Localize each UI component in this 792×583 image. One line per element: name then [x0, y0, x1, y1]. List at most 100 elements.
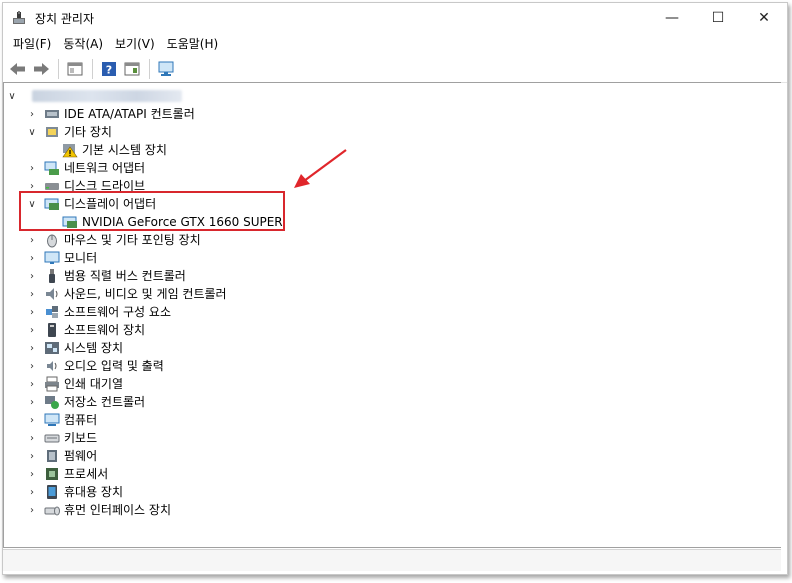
tree-item-label: 휴먼 인터페이스 장치: [64, 503, 171, 517]
chevron-right-icon[interactable]: ›: [26, 249, 38, 267]
close-button[interactable]: ✕: [741, 3, 787, 33]
properties-button[interactable]: [64, 58, 86, 80]
tree-child-item[interactable]: 기본 시스템 장치: [62, 141, 167, 159]
chevron-right-icon[interactable]: ›: [26, 483, 38, 501]
annotation-arrow-icon: [294, 149, 347, 188]
chevron-right-icon[interactable]: ›: [26, 501, 38, 519]
action-button[interactable]: [121, 58, 143, 80]
computer-icon: [44, 412, 60, 428]
tree-category-item[interactable]: › 오디오 입력 및 출력: [26, 357, 164, 375]
tree-category-item[interactable]: › 네트워크 어댑터: [26, 159, 145, 177]
tree-category-item[interactable]: › 펌웨어: [26, 447, 97, 465]
computer-name-blurred: [32, 90, 182, 102]
warning-device-icon: [62, 142, 78, 158]
tree-item-label: 프로세서: [64, 467, 109, 481]
tree-category-item[interactable]: › IDE ATA/ATAPI 컨트롤러: [26, 105, 195, 123]
menu-file[interactable]: 파일(F): [7, 33, 57, 55]
chevron-right-icon[interactable]: ›: [26, 411, 38, 429]
printer-icon: [44, 376, 60, 392]
chevron-down-icon[interactable]: ∨: [26, 123, 38, 141]
tree-item-label: 오디오 입력 및 출력: [64, 359, 164, 373]
tree-category-item[interactable]: › 범용 직렬 버스 컨트롤러: [26, 267, 186, 285]
tree-category-item[interactable]: › 휴먼 인터페이스 장치: [26, 501, 171, 519]
tree-category-item[interactable]: › 소프트웨어 장치: [26, 321, 145, 339]
menu-help[interactable]: 도움말(H): [161, 33, 225, 55]
tree-category-item[interactable]: › 컴퓨터: [26, 411, 97, 429]
tree-category-item[interactable]: ∨ 기타 장치: [26, 123, 112, 141]
tree-item-label: 사운드, 비디오 및 게임 컨트롤러: [64, 287, 227, 301]
properties-icon: [67, 62, 83, 75]
tree-category-item[interactable]: › 사운드, 비디오 및 게임 컨트롤러: [26, 285, 227, 303]
chevron-right-icon[interactable]: ›: [26, 303, 38, 321]
ide-controller-icon: [44, 106, 60, 122]
tree-category-item[interactable]: › 마우스 및 기타 포인팅 장치: [26, 231, 201, 249]
minimize-button[interactable]: —: [649, 3, 695, 33]
tree-item-label: 키보드: [64, 431, 98, 445]
tree-item-label: IDE ATA/ATAPI 컨트롤러: [64, 107, 195, 121]
scan-hardware-button[interactable]: [155, 58, 177, 80]
tree-item-label: 모니터: [64, 251, 98, 265]
chevron-right-icon[interactable]: ›: [26, 465, 38, 483]
monitor-icon: [158, 61, 174, 76]
keyboard-icon: [44, 430, 60, 446]
tree-root[interactable]: ∨: [6, 87, 182, 105]
toolbar-separator: [92, 58, 93, 79]
chevron-right-icon[interactable]: ›: [26, 159, 38, 177]
hid-icon: [44, 502, 60, 518]
storage-controller-icon: [44, 394, 60, 410]
tree-item-label: 소프트웨어 구성 요소: [64, 305, 171, 319]
chevron-right-icon[interactable]: ›: [26, 285, 38, 303]
tree-item-label: 네트워크 어댑터: [64, 161, 146, 175]
tree-item-label: 저장소 컨트롤러: [64, 395, 146, 409]
chevron-right-icon[interactable]: ›: [26, 429, 38, 447]
tree-item-label: 기본 시스템 장치: [82, 143, 167, 157]
usb-icon: [44, 268, 60, 284]
svg-text:?: ?: [106, 63, 112, 76]
tree-category-item[interactable]: › 인쇄 대기열: [26, 375, 123, 393]
action-icon: [124, 62, 140, 75]
sound-icon: [44, 286, 60, 302]
chevron-right-icon[interactable]: ›: [26, 339, 38, 357]
help-button[interactable]: ?: [98, 58, 120, 80]
chevron-right-icon[interactable]: ›: [26, 231, 38, 249]
menu-action[interactable]: 동작(A): [57, 33, 109, 55]
tree-category-item[interactable]: › 키보드: [26, 429, 97, 447]
tree-category-item[interactable]: › 시스템 장치: [26, 339, 123, 357]
chevron-right-icon[interactable]: ›: [26, 447, 38, 465]
tree-category-item[interactable]: › 모니터: [26, 249, 97, 267]
firmware-icon: [44, 448, 60, 464]
help-icon: ?: [102, 61, 116, 76]
tree-category-item[interactable]: › 휴대용 장치: [26, 483, 123, 501]
chevron-right-icon[interactable]: ›: [26, 393, 38, 411]
processor-icon: [44, 466, 60, 482]
system-device-icon: [44, 340, 60, 356]
forward-icon: [34, 62, 49, 75]
chevron-right-icon[interactable]: ›: [26, 105, 38, 123]
back-icon: [10, 62, 25, 75]
title-bar[interactable]: 장치 관리자 — ☐ ✕: [3, 3, 787, 33]
tree-category-item[interactable]: › 저장소 컨트롤러: [26, 393, 145, 411]
software-device-icon: [44, 322, 60, 338]
device-manager-app-icon: [11, 10, 27, 26]
chevron-right-icon[interactable]: ›: [26, 267, 38, 285]
status-bar: [3, 549, 781, 571]
tree-category-item[interactable]: › 프로세서: [26, 465, 108, 483]
window-controls: — ☐ ✕: [649, 3, 787, 33]
other-devices-icon: [44, 124, 60, 140]
mouse-icon: [44, 232, 60, 248]
annotation-highlight-box: [19, 191, 285, 231]
tree-category-item[interactable]: › 소프트웨어 구성 요소: [26, 303, 171, 321]
chevron-down-icon[interactable]: ∨: [6, 87, 18, 105]
network-adapter-icon: [44, 160, 60, 176]
maximize-button[interactable]: ☐: [695, 3, 741, 33]
forward-button[interactable]: [30, 58, 52, 80]
tree-item-label: 소프트웨어 장치: [64, 323, 146, 337]
chevron-right-icon[interactable]: ›: [26, 321, 38, 339]
menu-view[interactable]: 보기(V): [109, 33, 161, 55]
software-component-icon: [44, 304, 60, 320]
tree-item-label: 컴퓨터: [64, 413, 98, 427]
back-button[interactable]: [7, 58, 29, 80]
device-tree[interactable]: ∨ › IDE ATA/ATAPI 컨트롤러 ∨ 기타 장치기본 시스템 장치 › 네트워…: [3, 82, 781, 548]
chevron-right-icon[interactable]: ›: [26, 357, 38, 375]
chevron-right-icon[interactable]: ›: [26, 375, 38, 393]
